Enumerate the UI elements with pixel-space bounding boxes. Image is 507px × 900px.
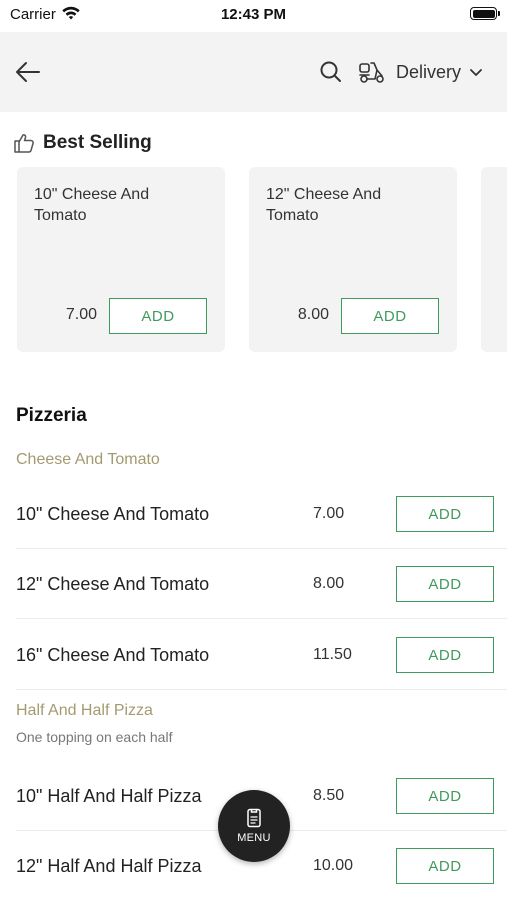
menu-item-name: 10" Half And Half Pizza	[16, 785, 202, 806]
menu-item-row[interactable]: 12" Cheese And Tomato 8.00 ADD	[16, 549, 507, 619]
menu-item-price: 7.00	[313, 505, 345, 522]
menu-fab-label: MENU	[237, 832, 271, 844]
best-selling-item-name: 12" Cheese And Tomato	[266, 186, 382, 224]
menu-item-name: 12" Cheese And Tomato	[16, 573, 210, 594]
clock-label: 12:43 PM	[220, 6, 287, 23]
menu-item-price: 10.00	[313, 857, 354, 874]
nav-bar: Delivery	[0, 32, 507, 112]
battery-icon	[470, 7, 500, 20]
thumbs-up-icon	[14, 134, 34, 153]
best-selling-title: Best Selling	[43, 132, 152, 153]
menu-item-row[interactable]: 16" Cheese And Tomato 11.50 ADD	[16, 620, 507, 690]
best-selling-card[interactable]: 10" Cheese And Tomato 7.00 ADD	[17, 167, 225, 352]
menu-item-name: 16" Cheese And Tomato	[16, 644, 210, 665]
chevron-down-icon	[470, 69, 482, 76]
best-selling-item-name: 10" Cheese And Tomato	[34, 186, 150, 224]
back-button[interactable]	[12, 56, 44, 88]
delivery-mode-selector[interactable]: Delivery	[358, 56, 483, 88]
menu-item-price: 8.50	[313, 787, 345, 804]
section-title: Pizzeria	[16, 405, 87, 426]
best-selling-add-button[interactable]: ADD	[109, 298, 207, 334]
menu-item-name: 12" Half And Half Pizza	[16, 855, 202, 876]
scooter-icon	[359, 62, 384, 83]
category-title: Cheese And Tomato	[16, 451, 160, 468]
best-selling-card-partial[interactable]	[481, 167, 507, 352]
menu-item-name: 10" Cheese And Tomato	[16, 503, 210, 524]
delivery-label: Delivery	[396, 61, 462, 82]
menu-item-add-button[interactable]: ADD	[396, 566, 494, 602]
category-description: One topping on each half	[16, 729, 173, 745]
menu-book-icon	[247, 808, 261, 828]
best-selling-item-price: 8.00	[297, 306, 329, 323]
status-bar: Carrier 12:43 PM	[0, 0, 507, 30]
menu-fab-button[interactable]: MENU	[218, 790, 290, 862]
search-icon	[320, 61, 341, 82]
menu-item-add-button[interactable]: ADD	[396, 848, 494, 884]
best-selling-add-button[interactable]: ADD	[341, 298, 439, 334]
best-selling-card[interactable]: 12" Cheese And Tomato 8.00 ADD	[249, 167, 457, 352]
category-title: Half And Half Pizza	[16, 702, 153, 719]
menu-item-add-button[interactable]: ADD	[396, 778, 494, 814]
menu-item-row[interactable]: 10" Cheese And Tomato 7.00 ADD	[16, 479, 507, 549]
search-button[interactable]	[318, 59, 344, 85]
menu-item-add-button[interactable]: ADD	[396, 637, 494, 673]
best-selling-item-price: 7.00	[65, 306, 97, 323]
back-arrow-icon	[16, 62, 40, 82]
best-selling-header: Best Selling	[13, 130, 152, 156]
menu-item-add-button[interactable]: ADD	[396, 496, 494, 532]
menu-item-price: 11.50	[313, 646, 352, 663]
menu-item-price: 8.00	[313, 575, 345, 592]
